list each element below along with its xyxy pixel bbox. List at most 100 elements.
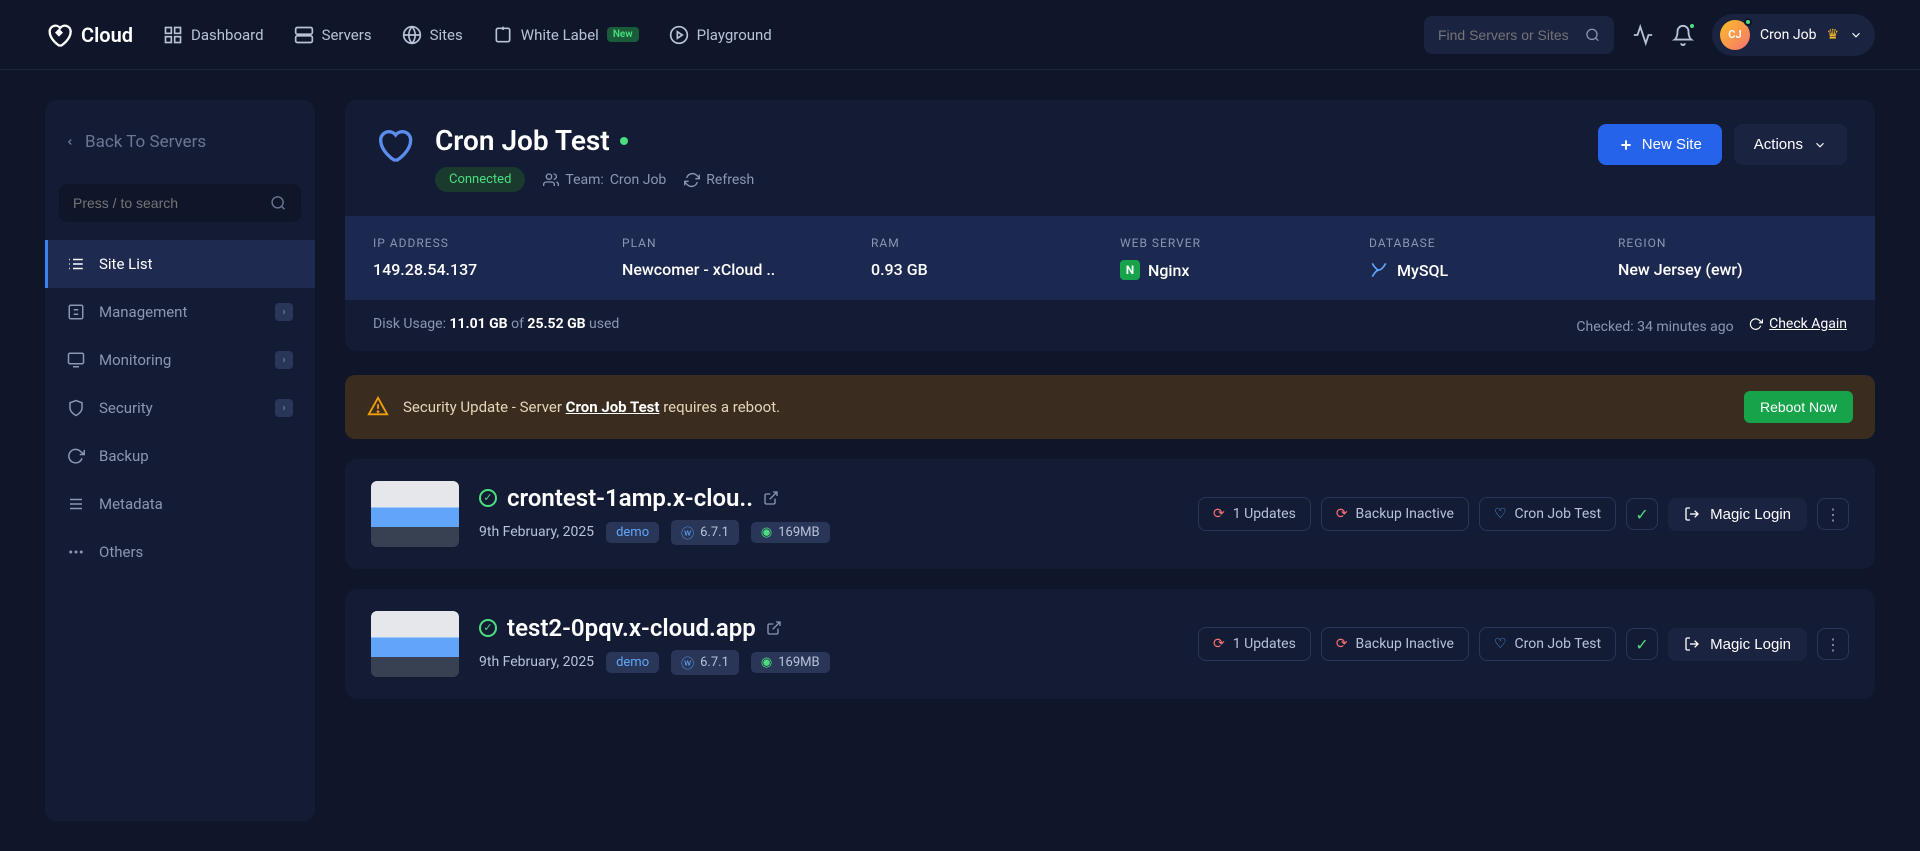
notifications-icon-button[interactable] [1672,24,1694,46]
team-icon: ♡ [1494,506,1507,522]
more-options-button[interactable]: ⋮ [1817,628,1849,660]
server-icon [294,25,314,45]
plus-icon [1618,137,1634,153]
brand-text: Cloud [81,23,133,47]
backup-icon: ⟳ [1336,506,1348,522]
global-search[interactable] [1424,16,1614,54]
backup-icon [67,447,85,465]
site-name[interactable]: test2-0pqv.x-cloud.app [507,614,756,642]
team-icon [543,172,559,188]
back-to-servers[interactable]: Back To Servers [45,118,315,166]
sidebar-item-security[interactable]: Security › [45,384,315,432]
site-name[interactable]: crontest-1amp.x-clou.. [507,484,753,512]
team-pill[interactable]: ♡Cron Job Test [1479,627,1616,661]
sidebar-item-label: Management [99,303,187,321]
external-link-button[interactable] [763,490,779,506]
stat-ram: RAM 0.93 GB [871,236,1100,280]
backup-pill[interactable]: ⟳Backup Inactive [1321,497,1469,531]
nav-white-label[interactable]: White Label New [493,25,639,45]
team-icon: ♡ [1494,636,1507,652]
sidebar-item-management[interactable]: Management › [45,288,315,336]
sidebar-item-monitoring[interactable]: Monitoring › [45,336,315,384]
management-icon [67,303,85,321]
reboot-button[interactable]: Reboot Now [1744,391,1853,423]
status-check: ✓ [1626,628,1658,660]
metadata-icon [67,495,85,513]
database-icon: ◉ [761,655,772,670]
magic-login-button[interactable]: Magic Login [1668,498,1807,531]
nav-playground[interactable]: Playground [669,25,772,45]
update-icon: ⟳ [1213,506,1225,522]
chevron-down-icon [1849,28,1863,42]
sidebar: Back To Servers Site List Management › M… [45,100,315,821]
refresh-button[interactable]: Refresh [684,172,754,188]
check-again-button[interactable]: Check Again [1749,316,1847,332]
team-link[interactable]: Team: Cron Job [543,172,666,188]
sidebar-search[interactable] [59,184,301,222]
stat-plan: PLAN Newcomer - xCloud .. [622,236,851,280]
crown-icon: ♛ [1826,27,1839,43]
refresh-icon [1749,317,1763,331]
nav-dashboard[interactable]: Dashboard [163,25,264,45]
search-input[interactable] [1438,27,1575,43]
brand-logo[interactable]: Cloud [45,21,133,49]
sidebar-item-label: Backup [99,447,149,465]
sidebar-item-backup[interactable]: Backup [45,432,315,480]
demo-tag: demo [606,522,659,543]
mysql-icon [1369,260,1389,280]
nav-servers[interactable]: Servers [294,25,372,45]
search-icon [270,194,287,212]
shield-icon [67,399,85,417]
search-icon [1585,26,1600,44]
sidebar-item-label: Monitoring [99,351,171,369]
chevron-down-icon [1813,138,1827,152]
user-menu[interactable]: CJ Cron Job ♛ [1712,14,1875,56]
new-site-button[interactable]: New Site [1598,124,1722,165]
nav-sites[interactable]: Sites [402,25,463,45]
activity-icon-button[interactable] [1632,24,1654,46]
site-size: ◉169MB [751,522,830,543]
stat-database: DATABASE MySQL [1369,236,1598,280]
wp-version: ⓦ6.7.1 [671,650,739,675]
dots-icon [67,543,85,561]
database-icon: ◉ [761,525,772,540]
sidebar-item-site-list[interactable]: Site List [45,240,315,288]
site-date: 9th February, 2025 [479,524,594,540]
warning-icon [367,396,389,418]
play-icon [669,25,689,45]
nginx-icon: N [1120,260,1140,280]
security-alert: Security Update - Server Cron Job Test r… [345,375,1875,439]
disk-usage-text: Disk Usage: 11.01 GB of 25.52 GB used [373,316,619,335]
activity-icon [1632,24,1654,46]
backup-pill[interactable]: ⟳Backup Inactive [1321,627,1469,661]
new-badge: New [607,27,639,42]
site-size: ◉169MB [751,652,830,673]
chevron-right-icon: › [275,351,293,369]
updates-pill[interactable]: ⟳1 Updates [1198,497,1311,531]
alert-server-link[interactable]: Cron Job Test [566,398,660,416]
site-thumbnail [371,481,459,547]
logo-heart-icon [45,21,73,49]
wp-version: ⓦ6.7.1 [671,520,739,545]
user-name: Cron Job [1760,27,1816,43]
more-options-button[interactable]: ⋮ [1817,498,1849,530]
updates-pill[interactable]: ⟳1 Updates [1198,627,1311,661]
check-icon: ✓ [479,489,497,507]
demo-tag: demo [606,652,659,673]
site-card: ✓ test2-0pqv.x-cloud.app 9th February, 2… [345,589,1875,699]
check-icon: ✓ [479,619,497,637]
external-link-button[interactable] [766,620,782,636]
sidebar-item-label: Site List [99,255,153,273]
chevron-right-icon: › [275,399,293,417]
wordpress-icon: ⓦ [681,523,694,542]
magic-login-button[interactable]: Magic Login [1668,628,1807,661]
globe-icon [402,25,422,45]
team-pill[interactable]: ♡Cron Job Test [1479,497,1616,531]
sidebar-item-label: Security [99,399,153,417]
actions-button[interactable]: Actions [1734,124,1847,165]
sidebar-item-metadata[interactable]: Metadata [45,480,315,528]
backup-icon: ⟳ [1336,636,1348,652]
stat-web-server: WEB SERVER NNginx [1120,236,1349,280]
sidebar-search-input[interactable] [73,195,270,211]
sidebar-item-others[interactable]: Others [45,528,315,576]
